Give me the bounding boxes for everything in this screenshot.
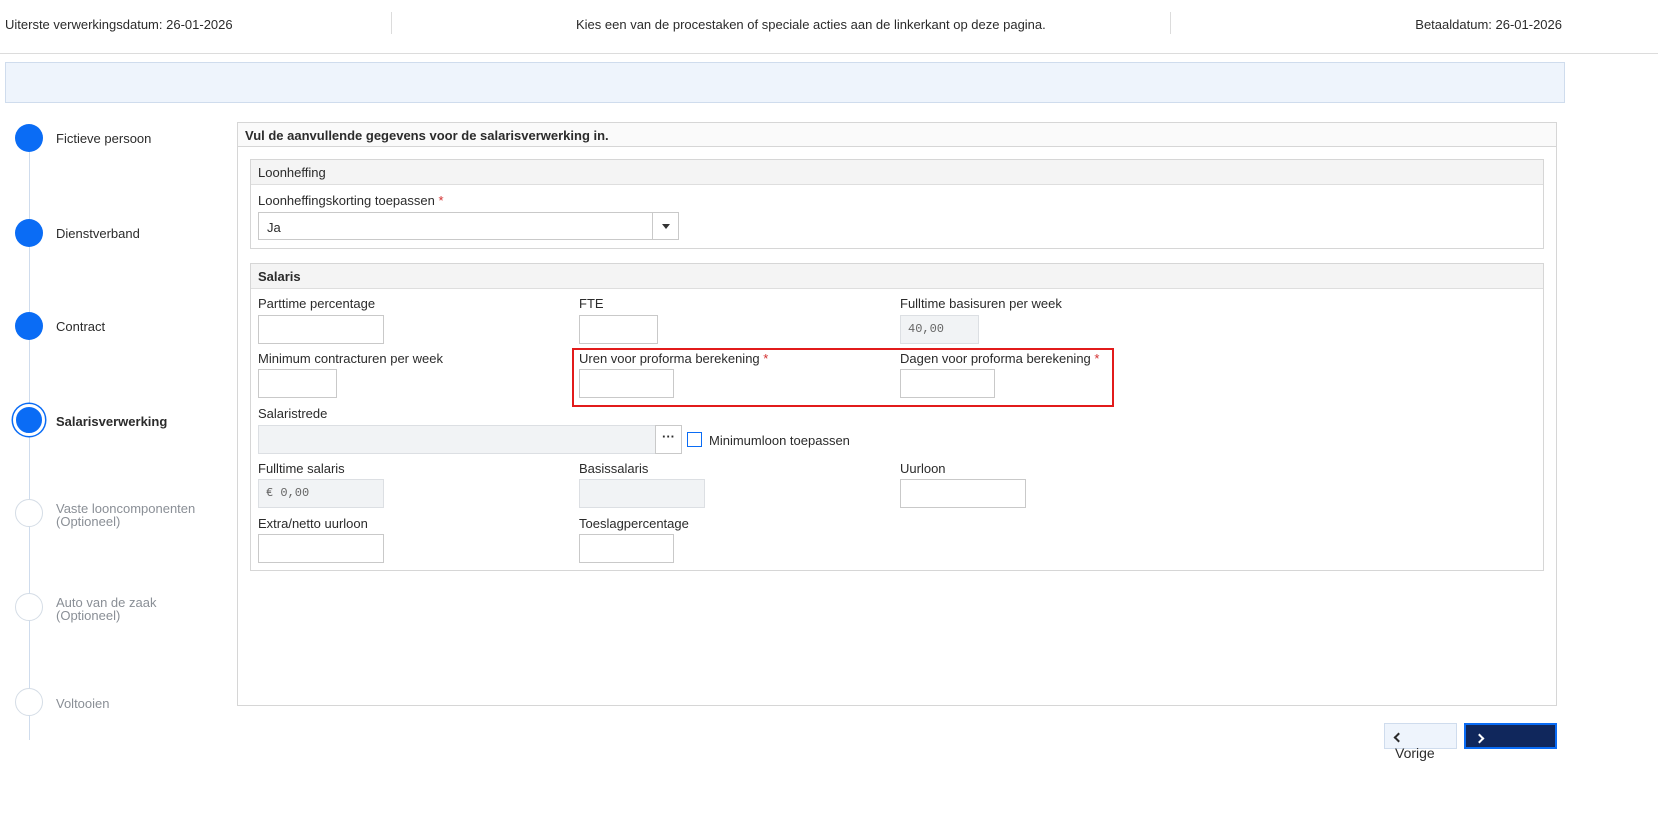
salaristrede-input[interactable] (258, 425, 656, 454)
section-heading: Loonheffing (251, 160, 1543, 185)
step-label: Contract (56, 319, 106, 334)
fte-input[interactable] (579, 315, 658, 344)
min-contracturen-input[interactable] (258, 369, 337, 398)
process-stepper: Fictieve persoon Dienstverband Contract … (0, 120, 230, 760)
top-info-bar: Uiterste verwerkingsdatum: 26-01-2026 Ki… (0, 0, 1658, 54)
step-sublabel: (Optioneel) (56, 514, 121, 529)
pay-date: Betaaldatum: 26-01-2026 (1415, 17, 1562, 32)
dagen-proforma-input[interactable] (900, 369, 995, 398)
field-label-text: Uren voor proforma berekening (579, 351, 760, 366)
required-marker: * (1094, 351, 1100, 366)
parttime-percentage-input[interactable] (258, 315, 384, 344)
extra-netto-uurloon-label: Extra/netto uurloon (258, 516, 368, 531)
toeslagpercentage-input[interactable] (579, 534, 674, 563)
required-marker: * (763, 351, 769, 366)
fulltime-basisuren-input: 40,00 (900, 315, 979, 344)
previous-button[interactable]: Vorige (1384, 723, 1457, 761)
chevron-right-icon (1474, 733, 1485, 744)
parttime-percentage-label: Parttime percentage (258, 296, 376, 311)
step-pending-icon (15, 688, 43, 716)
section-heading: Salaris (251, 264, 1543, 289)
extra-netto-uurloon-input[interactable] (258, 534, 384, 563)
button-label: Volgende (1476, 746, 1535, 762)
processing-deadline: Uiterste verwerkingsdatum: 26-01-2026 (5, 17, 233, 32)
panel-title: Vul de aanvullende gegevens voor de sala… (238, 123, 1556, 147)
minimumloon-checkbox[interactable] (687, 432, 702, 447)
chevron-down-icon[interactable] (652, 213, 678, 239)
field-label-text: Loonheffingskorting toepassen (258, 193, 435, 208)
button-label: Vorige (1395, 745, 1435, 761)
step-pending-icon (15, 499, 43, 527)
info-banner (5, 62, 1565, 103)
loonheffingskorting-select[interactable]: Ja (258, 212, 679, 240)
step-label: Salarisverwerking (56, 414, 168, 429)
basissalaris-label: Basissalaris (579, 461, 649, 476)
step-current-icon (13, 404, 45, 436)
fulltime-salaris-label: Fulltime salaris (258, 461, 345, 476)
step-done-icon (15, 124, 43, 152)
step-label: Dienstverband (56, 226, 140, 241)
chevron-left-icon (1393, 732, 1404, 743)
salaristrede-lookup-button[interactable]: ··· (655, 425, 682, 454)
divider (1170, 12, 1171, 34)
min-contracturen-label: Minimum contracturen per week (258, 351, 443, 366)
select-value: Ja (267, 220, 281, 235)
uurloon-label: Uurloon (900, 461, 946, 476)
step-label: Fictieve persoon (56, 131, 152, 146)
step-pending-icon (15, 593, 43, 621)
uren-proforma-label: Uren voor proforma berekening * (579, 351, 768, 366)
field-label-text: Dagen voor proforma berekening (900, 351, 1091, 366)
step-label: Voltooien (56, 696, 110, 711)
instruction-text: Kies een van de procestaken of speciale … (576, 17, 1046, 32)
loonheffingskorting-label: Loonheffingskorting toepassen * (258, 193, 444, 208)
uren-proforma-input[interactable] (579, 369, 674, 398)
salaristrede-label: Salaristrede (258, 406, 328, 421)
next-button[interactable]: Volgende (1464, 723, 1557, 762)
section-salaris: Salaris (250, 263, 1544, 571)
dagen-proforma-label: Dagen voor proforma berekening * (900, 351, 1099, 366)
fte-label: FTE (579, 296, 604, 311)
minimumloon-label[interactable]: Minimumloon toepassen (709, 433, 850, 448)
toeslagpercentage-label: Toeslagpercentage (579, 516, 689, 531)
uurloon-input[interactable] (900, 479, 1026, 508)
section-loonheffing: Loonheffing Loonheffingskorting toepasse… (250, 159, 1544, 249)
fulltime-basisuren-label: Fulltime basisuren per week (900, 296, 1062, 311)
salary-form-panel: Vul de aanvullende gegevens voor de sala… (237, 122, 1557, 706)
required-marker: * (438, 193, 444, 208)
step-sublabel: (Optioneel) (56, 608, 121, 623)
step-done-icon (15, 219, 43, 247)
divider (391, 12, 392, 34)
fulltime-salaris-input: € 0,00 (258, 479, 384, 508)
step-done-icon (15, 312, 43, 340)
basissalaris-input (579, 479, 705, 508)
